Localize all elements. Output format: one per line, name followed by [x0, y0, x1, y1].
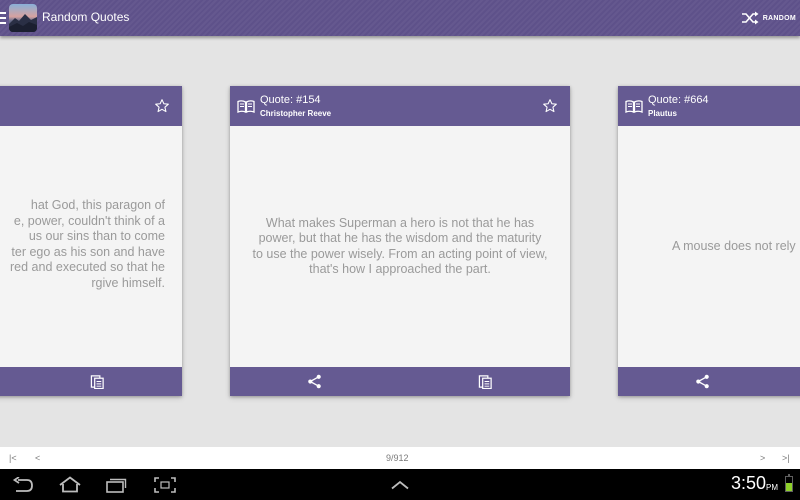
action-bar: Random Quotes RANDOM — [0, 0, 800, 36]
battery-icon — [785, 474, 793, 492]
quote-line: ter ego as his son and have — [11, 244, 165, 259]
book-icon — [625, 100, 643, 113]
book-icon — [237, 100, 255, 113]
first-page-button[interactable]: |< — [9, 453, 17, 463]
screenshot-icon[interactable] — [154, 477, 176, 493]
quote-author: Plautus — [648, 109, 677, 118]
card-body: What makes Superman a hero is not that h… — [230, 126, 570, 367]
app-title: Random Quotes — [42, 10, 130, 24]
home-icon[interactable] — [58, 476, 82, 493]
shuffle-icon — [741, 11, 759, 25]
quote-card-previous[interactable]: hat God, this paragon of e, power, could… — [0, 86, 182, 396]
card-footer — [230, 367, 570, 396]
quote-line: hat God, this paragon of — [30, 198, 165, 212]
card-header: Quote: #664 Plautus — [618, 86, 800, 126]
last-page-button[interactable]: >| — [782, 453, 790, 463]
copy-icon[interactable] — [90, 374, 105, 389]
recents-icon[interactable] — [106, 477, 128, 493]
star-outline-icon[interactable] — [542, 98, 558, 114]
share-icon[interactable] — [695, 374, 710, 389]
chevron-up-icon[interactable] — [390, 480, 410, 490]
pager-bar: |< < 9/912 > >| — [0, 447, 800, 469]
quote-card-current[interactable]: Quote: #154 Christopher Reeve What makes… — [230, 86, 570, 396]
quote-text: A mouse does not rely — [672, 238, 796, 253]
quote-number: Quote: #664 — [648, 94, 709, 106]
card-body: A mouse does not rely — [618, 126, 800, 367]
next-page-button[interactable]: > — [760, 453, 765, 463]
card-body: hat God, this paragon of e, power, could… — [0, 126, 182, 367]
quote-line: e, power, couldn't think of a — [13, 213, 165, 228]
clock-ampm: PM — [766, 483, 778, 492]
prev-page-button[interactable]: < — [35, 453, 40, 463]
quote-author: Christopher Reeve — [260, 109, 332, 118]
quote-line: us our sins than to come — [28, 229, 165, 243]
menu-icon[interactable] — [0, 12, 6, 24]
quote-line: rgive himself. — [91, 275, 165, 290]
quote-line: red and executed so that he — [10, 260, 165, 274]
random-button[interactable]: RANDOM — [741, 8, 796, 28]
card-header: Quote: #154 Christopher Reeve — [230, 86, 570, 126]
battery-fill — [786, 483, 792, 491]
random-label: RANDOM — [762, 14, 796, 22]
page-indicator: 9/912 — [386, 453, 409, 463]
card-footer — [618, 367, 800, 396]
copy-icon[interactable] — [478, 374, 493, 389]
system-bar: 3:50 PM — [0, 469, 800, 500]
share-icon[interactable] — [307, 374, 322, 389]
star-outline-icon[interactable] — [154, 98, 170, 114]
clock-time: 3:50 — [730, 473, 766, 493]
quote-text: hat God, this paragon of e, power, could… — [0, 198, 165, 291]
back-icon[interactable] — [12, 477, 34, 493]
quote-card-next[interactable]: Quote: #664 Plautus A mouse does not rel… — [618, 86, 800, 396]
app-logo[interactable] — [9, 4, 37, 32]
card-footer — [0, 367, 182, 396]
quote-text: What makes Superman a hero is not that h… — [252, 215, 548, 277]
quote-number: Quote: #154 — [260, 94, 321, 106]
card-header — [0, 86, 182, 126]
